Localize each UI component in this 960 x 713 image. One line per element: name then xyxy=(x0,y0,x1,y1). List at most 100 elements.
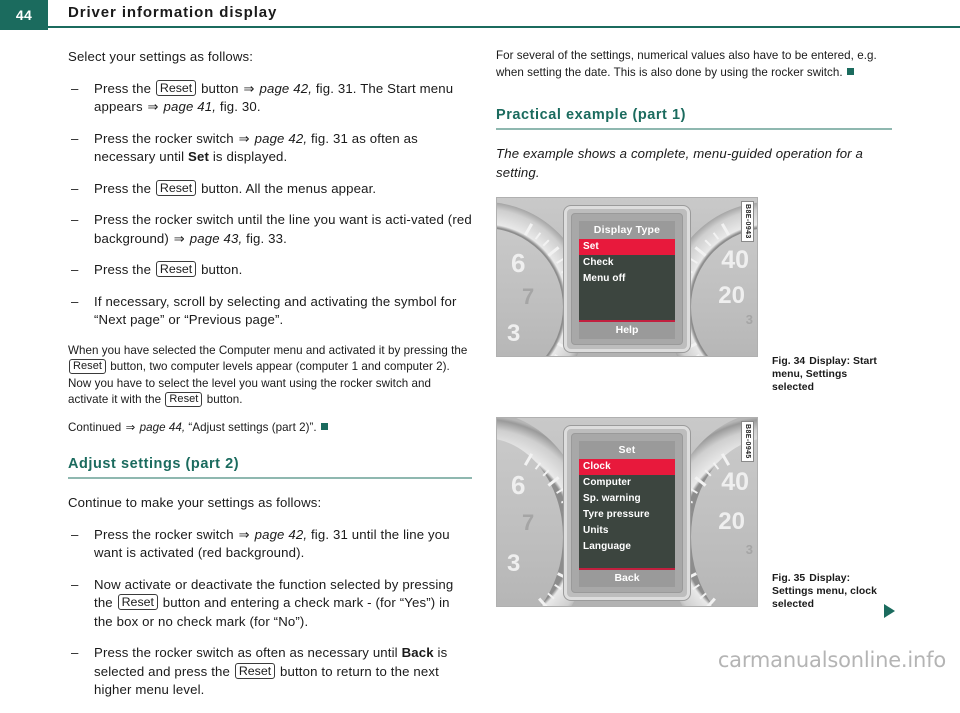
bullet-item: –Now activate or deactivate the function… xyxy=(68,576,472,632)
figure-35-display-bezel: Set ClockComputerSp. warningTyre pressur… xyxy=(564,426,690,600)
figure-35-menu-list: ClockComputerSp. warningTyre pressureUni… xyxy=(579,459,675,555)
gauge-right-number-0: 40 xyxy=(721,246,749,275)
bullet-text: Press the rocker switch ⇒ page 42, fig. … xyxy=(94,131,418,165)
end-of-section-marker-icon xyxy=(321,423,328,430)
section-heading-practical-example: Practical example (part 1) xyxy=(496,107,892,128)
gauge-tick-icon xyxy=(556,258,564,264)
figure-34-caption: Fig. 34Display: Start menu, Settings sel… xyxy=(772,355,890,394)
gauge-tick-icon xyxy=(694,247,706,257)
figure-34-menu-list: SetCheckMenu off xyxy=(579,239,675,287)
cross-reference-arrow-icon: ⇒ xyxy=(125,421,137,434)
bullet-item: –Press the Reset button. All the menus a… xyxy=(68,180,472,199)
gauge-tick-icon xyxy=(713,232,719,240)
bullet-item: –Press the Reset button ⇒ page 42, fig. … xyxy=(68,80,472,117)
page-reference: page 41, xyxy=(160,99,216,114)
bullet-item: –Press the rocker switch ⇒ page 42, fig.… xyxy=(68,526,472,563)
gauge-tick-icon xyxy=(547,592,554,599)
right-note-paragraph: For several of the settings, numerical v… xyxy=(496,48,892,81)
figure-35-caption: Fig. 35Display: Settings menu, clock sel… xyxy=(772,572,890,611)
page-number: 44 xyxy=(0,0,48,30)
page-header: 44 Driver information display xyxy=(0,0,960,30)
bullet-dash-icon: – xyxy=(71,80,78,99)
bullet-dash-icon: – xyxy=(71,644,78,663)
display-menu-item: Check xyxy=(579,255,675,271)
display-menu-item: Set xyxy=(579,239,675,255)
gauge-tick-icon xyxy=(548,477,560,487)
bullet-dash-icon: – xyxy=(71,180,78,199)
cross-reference-arrow-icon: ⇒ xyxy=(242,81,255,96)
gauge-tick-icon xyxy=(548,247,560,257)
reset-button-keycap: Reset xyxy=(69,359,106,374)
gauge-left-number-1: 7 xyxy=(522,284,534,310)
reset-button-keycap: Reset xyxy=(165,392,202,407)
gauge-tick-icon xyxy=(554,354,562,357)
bullet-item: –Press the rocker switch as often as nec… xyxy=(68,644,472,700)
section-heading-divider xyxy=(68,477,472,479)
gauge-left-number-2: 3 xyxy=(507,320,520,348)
gauge-left-number-0: 6 xyxy=(511,470,525,501)
bullet-dash-icon: – xyxy=(71,130,78,149)
emphasis-text: Back xyxy=(402,645,434,660)
continue-arrow-icon xyxy=(884,604,895,618)
display-menu-item: Units xyxy=(579,523,675,539)
gauge-left-number-2: 3 xyxy=(507,550,520,578)
emphasis-text: Set xyxy=(188,149,209,164)
figure-35: 6 7 3 40 20 3 Set ClockComputerSp. warni… xyxy=(496,417,758,607)
page-reference: page 42, xyxy=(256,81,312,96)
watermark: carmanualsonline.info xyxy=(718,648,946,672)
bullet-dash-icon: – xyxy=(71,211,78,230)
bullet-text: Press the Reset button. xyxy=(94,262,242,277)
figure-34-image: 6 7 3 40 20 3 Display Type SetCheckMenu … xyxy=(496,197,758,357)
figure-34-screen: Display Type SetCheckMenu off Help xyxy=(579,221,675,339)
figure-35-image-code: B8E-0945 xyxy=(741,421,754,462)
left-continued-paragraph: Continued ⇒ page 44, “Adjust settings (p… xyxy=(68,420,472,437)
page-reference: page 43, xyxy=(186,231,242,246)
bullet-text: Press the rocker switch until the line y… xyxy=(94,212,472,246)
display-menu-item: Computer xyxy=(579,475,675,491)
left-section-bullet-list: –Press the rocker switch ⇒ page 42, fig.… xyxy=(68,526,472,700)
bullet-dash-icon: – xyxy=(71,261,78,280)
page-reference: page 42, xyxy=(251,527,307,542)
bullet-text: Now activate or deactivate the function … xyxy=(94,577,453,629)
practical-example-intro: The example shows a complete, menu-guide… xyxy=(496,145,892,182)
figure-34-display-bezel: Display Type SetCheckMenu off Help xyxy=(564,206,690,352)
page-reference: page 44, xyxy=(136,421,185,434)
bullet-text: If necessary, scroll by selecting and ac… xyxy=(94,294,457,328)
left-note-paragraph: When you have selected the Computer menu… xyxy=(68,343,472,409)
gauge-tick-icon xyxy=(692,354,700,357)
figure-34-screen-title: Display Type xyxy=(579,221,675,239)
display-menu-item: Language xyxy=(579,539,675,555)
gauge-right-number-2: 3 xyxy=(746,542,753,557)
page-title: Driver information display xyxy=(68,4,277,21)
cross-reference-arrow-icon: ⇒ xyxy=(173,231,186,246)
bullet-item: –Press the rocker switch ⇒ page 42, fig.… xyxy=(68,130,472,167)
bullet-item: –If necessary, scroll by selecting and a… xyxy=(68,293,472,330)
gauge-right-number-1: 20 xyxy=(718,508,745,536)
end-of-section-marker-icon xyxy=(847,68,854,75)
figure-35-caption-number: Fig. 35 xyxy=(772,573,805,584)
bullet-text: Press the rocker switch ⇒ page 42, fig. … xyxy=(94,527,450,561)
figure-35-image: 6 7 3 40 20 3 Set ClockComputerSp. warni… xyxy=(496,417,758,607)
figure-34-caption-number: Fig. 34 xyxy=(772,356,805,367)
gauge-tick-icon xyxy=(721,224,730,237)
bullet-item: – Press the Reset button. xyxy=(68,261,472,280)
practical-example-divider xyxy=(496,128,892,130)
gauge-tick-icon xyxy=(690,258,698,264)
display-menu-item: Tyre pressure xyxy=(579,507,675,523)
figure-34-screen-footer: Help xyxy=(579,320,675,339)
gauge-tick-icon xyxy=(690,488,698,494)
header-divider xyxy=(48,26,960,28)
reset-button-keycap: Reset xyxy=(156,80,196,96)
bullet-text: Press the Reset button ⇒ page 42, fig. 3… xyxy=(94,81,453,115)
page-reference: page 42, xyxy=(251,131,307,146)
reset-button-keycap: Reset xyxy=(156,180,196,196)
bullet-dash-icon: – xyxy=(71,293,78,312)
cross-reference-arrow-icon: ⇒ xyxy=(238,131,251,146)
gauge-right-number-1: 20 xyxy=(718,282,745,310)
bullet-dash-icon: – xyxy=(71,526,78,545)
left-intro-paragraph: Select your settings as follows: xyxy=(68,48,472,67)
display-menu-item: Clock xyxy=(579,459,675,475)
figure-35-screen-title: Set xyxy=(579,441,675,459)
display-menu-item: Sp. warning xyxy=(579,491,675,507)
bullet-text: Press the rocker switch as often as nece… xyxy=(94,645,447,697)
